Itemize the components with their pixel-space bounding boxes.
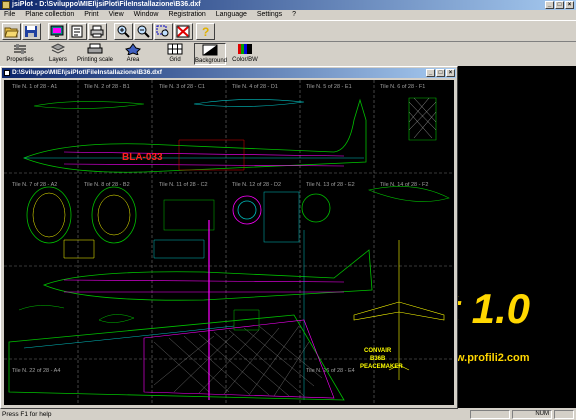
printer-icon <box>90 25 104 38</box>
document-icon <box>4 70 10 76</box>
zoom-window-button[interactable] <box>154 23 173 40</box>
tile-label: Tile N. 1 of 28 - A1 <box>12 84 57 90</box>
menu-file[interactable]: File <box>4 11 15 18</box>
color-bw-label: Color/BW <box>232 57 258 63</box>
wing-hatching <box>153 325 323 397</box>
print-preview-button[interactable] <box>48 23 67 40</box>
layers-label: Layers <box>48 57 67 63</box>
document-title-bar[interactable]: D:\Sviluppo\MIEI\jsiPlot\FileInstallazio… <box>2 68 456 78</box>
model-name-1: CONVAIR <box>364 348 392 354</box>
menu-settings[interactable]: Settings <box>257 11 282 18</box>
open-folder-icon <box>4 27 19 38</box>
properties-button[interactable]: Properties <box>2 43 38 65</box>
color-bw-icon <box>238 44 252 54</box>
svg-text:?: ? <box>202 25 209 38</box>
status-bar: Press F1 for help NUM <box>0 409 576 420</box>
status-panel <box>554 410 574 419</box>
minimize-button[interactable]: _ <box>545 1 554 9</box>
delete-button[interactable] <box>174 23 193 40</box>
tile-grid <box>4 80 454 405</box>
registration-label: BLA-033 <box>122 152 163 163</box>
close-button[interactable]: × <box>565 1 574 9</box>
help-button[interactable]: ? <box>196 23 215 40</box>
model-name-3: PEACEMAKER <box>360 364 403 370</box>
view-button[interactable] <box>68 23 87 40</box>
menu-plane-collection[interactable]: Plane collection <box>25 11 74 18</box>
properties-icon <box>14 44 26 54</box>
printing-scale-button[interactable]: Printing scale <box>74 43 116 65</box>
background-label: Background <box>195 58 228 64</box>
background-button[interactable]: Background <box>194 43 228 65</box>
num-lock-indicator: NUM <box>512 410 552 419</box>
save-icon <box>25 26 37 37</box>
save-button[interactable] <box>22 23 41 40</box>
menu-language[interactable]: Language <box>216 11 247 18</box>
zoom-out-icon <box>137 25 150 38</box>
zoom-in-button[interactable] <box>114 23 133 40</box>
tile-label: Tile N. 2 of 28 - B1 <box>84 84 130 90</box>
tile-label: Tile N. 3 of 28 - C1 <box>159 84 205 90</box>
area-button[interactable]: Area <box>118 43 148 65</box>
background-icon <box>202 44 218 56</box>
formers <box>26 186 450 244</box>
zoom-in-icon <box>117 25 130 38</box>
wing-plan <box>8 314 345 401</box>
menu-print[interactable]: Print <box>84 11 98 18</box>
document-window[interactable]: D:\Sviluppo\MIEI\jsiPlot\FileInstallazio… <box>0 66 458 409</box>
menu-help[interactable]: ? <box>292 11 296 18</box>
monitor-icon <box>50 25 64 37</box>
color-bw-button[interactable]: Color/BW <box>230 43 260 65</box>
tile-label: Tile N. 6 of 28 - F1 <box>380 84 425 90</box>
grid-icon <box>167 43 183 55</box>
document-title: D:\Sviluppo\MIEI\jsiPlot\FileInstallazio… <box>12 69 162 76</box>
app-title: jsiPlot - D:\Sviluppo\MIEI\jsiPlot\FileI… <box>12 1 201 8</box>
menu-registration[interactable]: Registration <box>168 11 205 18</box>
app-icon <box>2 1 10 9</box>
doc-close-button[interactable]: × <box>446 69 455 77</box>
zoom-window-icon <box>156 25 169 37</box>
tile-label: Tile N. 12 of 28 - D2 <box>232 182 281 188</box>
tile-label: Tile N. 13 of 28 - E2 <box>306 182 355 188</box>
app-title-bar[interactable]: jsiPlot - D:\Sviluppo\MIEI\jsiPlot\FileI… <box>0 0 576 10</box>
layers-button[interactable]: Layers <box>44 43 72 65</box>
drawing-canvas[interactable]: Tile N. 1 of 28 - A1 Tile N. 2 of 28 - B… <box>4 80 454 405</box>
grid-button[interactable]: Grid <box>160 43 190 65</box>
model-name-2: B36B <box>370 356 386 362</box>
print-button[interactable] <box>88 23 107 40</box>
cancel-icon <box>176 25 190 38</box>
secondary-toolbar: Properties Layers Printing scale Area Gr… <box>0 42 576 66</box>
zoom-out-button[interactable] <box>134 23 153 40</box>
grid-label: Grid <box>169 57 181 63</box>
main-toolbar: ? <box>0 20 576 42</box>
small-parts <box>18 239 260 331</box>
status-panel <box>470 410 510 419</box>
document-view-icon <box>71 25 83 38</box>
doc-minimize-button[interactable]: _ <box>426 69 435 77</box>
tile-label: Tile N. 22 of 28 - A4 <box>12 368 60 374</box>
open-folder-button[interactable] <box>2 23 21 40</box>
printing-scale-icon <box>87 43 103 54</box>
splash-url: w.profili2.com <box>456 352 530 364</box>
menu-window[interactable]: Window <box>134 11 159 18</box>
tile-label: Tile N. 5 of 28 - E1 <box>306 84 352 90</box>
tile-label: Tile N. 4 of 28 - D1 <box>232 84 278 90</box>
menu-bar: File Plane collection Print View Window … <box>0 10 576 20</box>
splash-logo: t 1.0 <box>446 285 531 332</box>
tile-label: Tile N. 8 of 28 - B2 <box>84 182 130 188</box>
layers-icon <box>50 43 66 54</box>
maximize-button[interactable]: □ <box>555 1 564 9</box>
fuselage-top <box>22 98 367 173</box>
area-label: Area <box>126 57 140 63</box>
status-message: Press F1 for help <box>2 411 52 418</box>
menu-view[interactable]: View <box>109 11 124 18</box>
help-question-icon: ? <box>202 25 209 38</box>
properties-label: Properties <box>6 57 34 63</box>
area-icon <box>125 43 141 55</box>
tile-label: Tile N. 11 of 28 - C2 <box>159 182 208 188</box>
cad-drawing: Tile N. 1 of 28 - A1 Tile N. 2 of 28 - B… <box>4 80 454 405</box>
printing-scale-label: Printing scale <box>76 57 114 63</box>
doc-maximize-button[interactable]: □ <box>436 69 445 77</box>
